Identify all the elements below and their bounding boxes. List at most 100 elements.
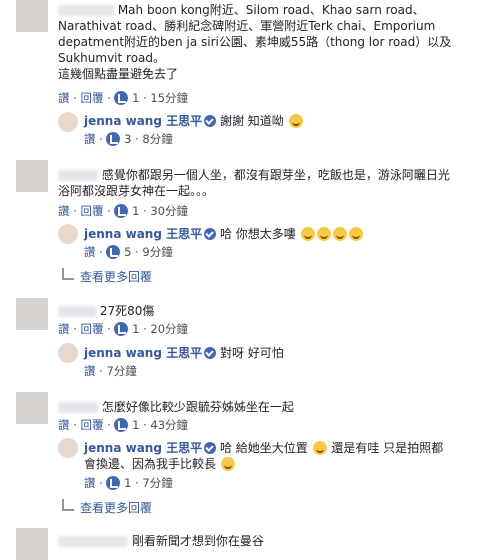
view-more-replies[interactable]: 查看更多回覆 <box>62 499 152 516</box>
comment-actions: 讚 · 回覆 · 1 · 15分鐘 <box>58 91 189 105</box>
view-more-replies[interactable]: 查看更多回覆 <box>62 268 152 285</box>
comment-body: 剛看新聞才想到你在曼谷 <box>58 533 264 549</box>
like-link[interactable]: 讚 <box>84 476 96 490</box>
like-count[interactable]: 3 <box>124 132 131 146</box>
comment-text-line: depatment附近的ben ja siri公園、素坤威55路（thong l… <box>58 35 452 49</box>
laugh-emoji-icon <box>300 227 315 241</box>
verified-badge-icon <box>204 228 217 240</box>
timestamp[interactable]: 20分鐘 <box>150 322 188 336</box>
reply-body: jenna wang 王思平 哈 你想太多嘍 <box>84 226 364 242</box>
thumbs-up-icon <box>106 245 121 259</box>
comment-text: 怎麼好像比較少跟毓芬姊姊坐在一起 <box>101 400 294 414</box>
timestamp[interactable]: 15分鐘 <box>150 91 188 105</box>
reply-text: 哈 你想太多嘍 <box>219 227 296 241</box>
reply-link[interactable]: 回覆 <box>80 418 103 432</box>
reply-actions: 讚 · 1 · 7分鐘 <box>84 476 173 490</box>
jenna-avatar[interactable] <box>58 224 78 244</box>
comment-text-line: 浴阿都沒跟芽女神在一起。。。 <box>58 184 215 198</box>
comment-body: 感覺你都跟另一個人坐，都沒有跟芽坐，吃飯也是，游泳阿曬日光 浴阿都沒跟芽女神在一… <box>58 167 488 199</box>
author-name[interactable]: jenna wang 王思平 <box>84 346 202 360</box>
reply-arrow-icon <box>62 499 74 511</box>
like-link[interactable]: 讚 <box>84 364 96 378</box>
smile-emoji-icon <box>288 114 303 128</box>
comment-body: 怎麼好像比較少跟毓芬姊姊坐在一起 <box>58 399 294 415</box>
reply-text: 謝謝 知道呦 <box>219 114 284 128</box>
reply-actions: 讚 · 3 · 8分鐘 <box>84 132 173 146</box>
reply-text: 還是有哇 只是拍照都 <box>331 441 444 455</box>
jenna-avatar[interactable] <box>58 112 78 132</box>
thumbs-up-icon <box>106 476 121 490</box>
reply-link[interactable]: 回覆 <box>80 322 103 336</box>
comment-text-line: Mah boon kong附近、Silom road、Khao sarn roa… <box>117 3 425 17</box>
jenna-avatar[interactable] <box>58 438 78 458</box>
like-count[interactable]: 1 <box>132 322 139 336</box>
like-link[interactable]: 讚 <box>58 91 70 105</box>
laugh-emoji-icon <box>316 227 331 241</box>
reply-actions: 讚 · 5 · 9分鐘 <box>84 245 173 259</box>
commenter-avatar[interactable] <box>16 0 48 32</box>
reply-actions: 讚 · 7分鐘 <box>84 364 137 378</box>
comment-text-line: Sukhumvit road。 <box>58 51 166 65</box>
laugh-emoji-icon <box>312 441 327 455</box>
comment-actions: 讚 · 回覆 · 1 · 30分鐘 <box>58 204 189 218</box>
author-name[interactable]: jenna wang 王思平 <box>84 114 202 128</box>
comment-body: Mah boon kong附近、Silom road、Khao sarn roa… <box>58 2 488 82</box>
reply-arrow-icon <box>62 268 74 280</box>
commenter-avatar[interactable] <box>16 528 48 560</box>
blurred-commenter-name[interactable] <box>58 536 128 547</box>
like-count[interactable]: 1 <box>124 476 131 490</box>
comment-text-line: Narathivat road、勝利紀念碑附近、軍營附近Terk chai、Em… <box>58 19 436 33</box>
thumbs-up-icon <box>114 418 129 432</box>
comment-body: 27死80傷 <box>58 303 154 319</box>
like-link[interactable]: 讚 <box>58 418 70 432</box>
laugh-emoji-icon <box>348 227 363 241</box>
thumbs-up-icon <box>106 132 121 146</box>
like-link[interactable]: 讚 <box>58 322 70 336</box>
blurred-commenter-name[interactable] <box>58 402 98 413</box>
blurred-commenter-name[interactable] <box>58 5 114 16</box>
reply-text: 會換邊、因為我手比較長 <box>84 457 217 471</box>
view-more-label: 查看更多回覆 <box>80 270 153 284</box>
comment-text: 27死80傷 <box>99 304 155 318</box>
reply-body: jenna wang 王思平 對呀 好可怕 <box>84 345 284 361</box>
like-count[interactable]: 1 <box>132 418 139 432</box>
like-link[interactable]: 讚 <box>84 132 96 146</box>
commenter-avatar[interactable] <box>16 160 48 192</box>
timestamp[interactable]: 43分鐘 <box>150 418 188 432</box>
laugh-emoji-icon <box>220 457 235 471</box>
timestamp[interactable]: 7分鐘 <box>106 364 136 378</box>
view-more-label: 查看更多回覆 <box>80 501 153 515</box>
blurred-commenter-name[interactable] <box>58 170 98 181</box>
timestamp[interactable]: 8分鐘 <box>142 132 172 146</box>
blurred-commenter-name[interactable] <box>58 306 96 317</box>
comment-actions: 讚 · 回覆 · 1 · 43分鐘 <box>58 418 189 432</box>
like-link[interactable]: 讚 <box>58 204 70 218</box>
like-link[interactable]: 讚 <box>84 245 96 259</box>
reply-link[interactable]: 回覆 <box>80 91 103 105</box>
reply-link[interactable]: 回覆 <box>80 204 103 218</box>
laugh-emoji-icon <box>332 227 347 241</box>
thumbs-up-icon <box>114 204 129 218</box>
verified-badge-icon <box>204 115 217 127</box>
reply-text: 對呀 好可怕 <box>219 346 284 360</box>
like-count[interactable]: 5 <box>124 245 131 259</box>
commenter-avatar[interactable] <box>16 298 48 330</box>
author-name[interactable]: jenna wang 王思平 <box>84 227 202 241</box>
commenter-avatar[interactable] <box>16 392 48 424</box>
reply-body: jenna wang 王思平 謝謝 知道呦 <box>84 113 304 129</box>
like-count[interactable]: 1 <box>132 91 139 105</box>
jenna-avatar[interactable] <box>58 343 78 363</box>
comment-text: 剛看新聞才想到你在曼谷 <box>131 534 264 548</box>
comment-text-line: 感覺你都跟另一個人坐，都沒有跟芽坐，吃飯也是，游泳阿曬日光 <box>101 168 450 182</box>
author-name[interactable]: jenna wang 王思平 <box>84 441 202 455</box>
verified-badge-icon <box>204 347 217 359</box>
timestamp[interactable]: 9分鐘 <box>142 245 172 259</box>
thumbs-up-icon <box>114 322 129 336</box>
like-count[interactable]: 1 <box>132 204 139 218</box>
thumbs-up-icon <box>114 91 129 105</box>
reply-body: jenna wang 王思平 哈 給她坐大位置 還是有哇 只是拍照都 會換邊、因… <box>84 440 484 472</box>
comment-text-line: 這幾個點盡量避免去了 <box>58 67 179 81</box>
timestamp[interactable]: 30分鐘 <box>150 204 188 218</box>
verified-badge-icon <box>204 442 217 454</box>
timestamp[interactable]: 7分鐘 <box>142 476 172 490</box>
